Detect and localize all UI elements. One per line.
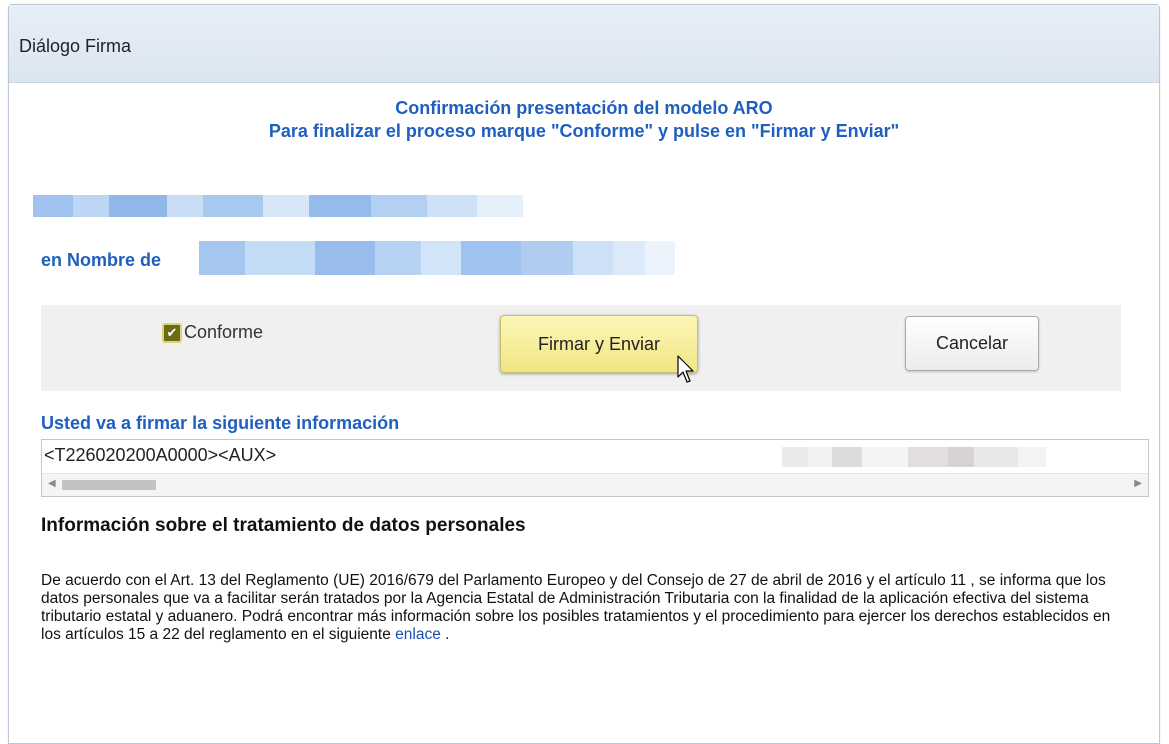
horizontal-scrollbar[interactable]: ◀ ▶: [42, 473, 1148, 496]
confirmation-heading: Confirmación presentación del modelo ARO: [395, 98, 773, 118]
sign-info-content: <T226020200A0000><AUX>: [44, 445, 277, 465]
sign-info-box[interactable]: <T226020200A0000><AUX> ◀ ▶: [41, 439, 1149, 497]
conforme-checkbox-group[interactable]: ✔ Conforme: [162, 322, 263, 343]
cancel-button[interactable]: Cancelar: [905, 316, 1039, 371]
conforme-checkbox[interactable]: ✔: [162, 322, 182, 343]
redacted-taxpayer-id: [33, 195, 523, 217]
scroll-left-arrow-icon[interactable]: ◀: [48, 478, 56, 489]
privacy-link[interactable]: enlace: [395, 626, 441, 643]
privacy-tail: .: [440, 626, 450, 643]
privacy-text: De acuerdo con el Art. 13 del Reglamento…: [41, 572, 1111, 643]
check-icon: ✔: [166, 324, 178, 340]
redacted-sign-data: [782, 447, 1046, 467]
instruction-heading: Para finalizar el proceso marque "Confor…: [268, 121, 900, 141]
privacy-title: Información sobre el tratamiento de dato…: [41, 515, 526, 536]
redacted-represented-name: [199, 241, 675, 275]
sign-and-send-button[interactable]: Firmar y Enviar: [500, 315, 698, 373]
scrollbar-thumb[interactable]: [62, 480, 156, 490]
mouse-pointer-icon: [677, 355, 694, 383]
sign-info-label: Usted va a firmar la siguiente informaci…: [41, 413, 400, 433]
privacy-text-block: De acuerdo con el Art. 13 del Reglamento…: [41, 572, 1126, 644]
dialog-title: Diálogo Firma: [19, 36, 132, 56]
conforme-label: Conforme: [184, 322, 264, 342]
action-row: ✔ Conforme Firmar y Enviar Cancelar: [41, 305, 1121, 391]
dialog-title-bar: Diálogo Firma: [9, 5, 1159, 83]
signature-dialog: Diálogo Firma Confirmación presentación …: [8, 4, 1160, 744]
scroll-right-arrow-icon[interactable]: ▶: [1134, 478, 1142, 489]
on-behalf-of-label: en Nombre de: [41, 250, 162, 270]
